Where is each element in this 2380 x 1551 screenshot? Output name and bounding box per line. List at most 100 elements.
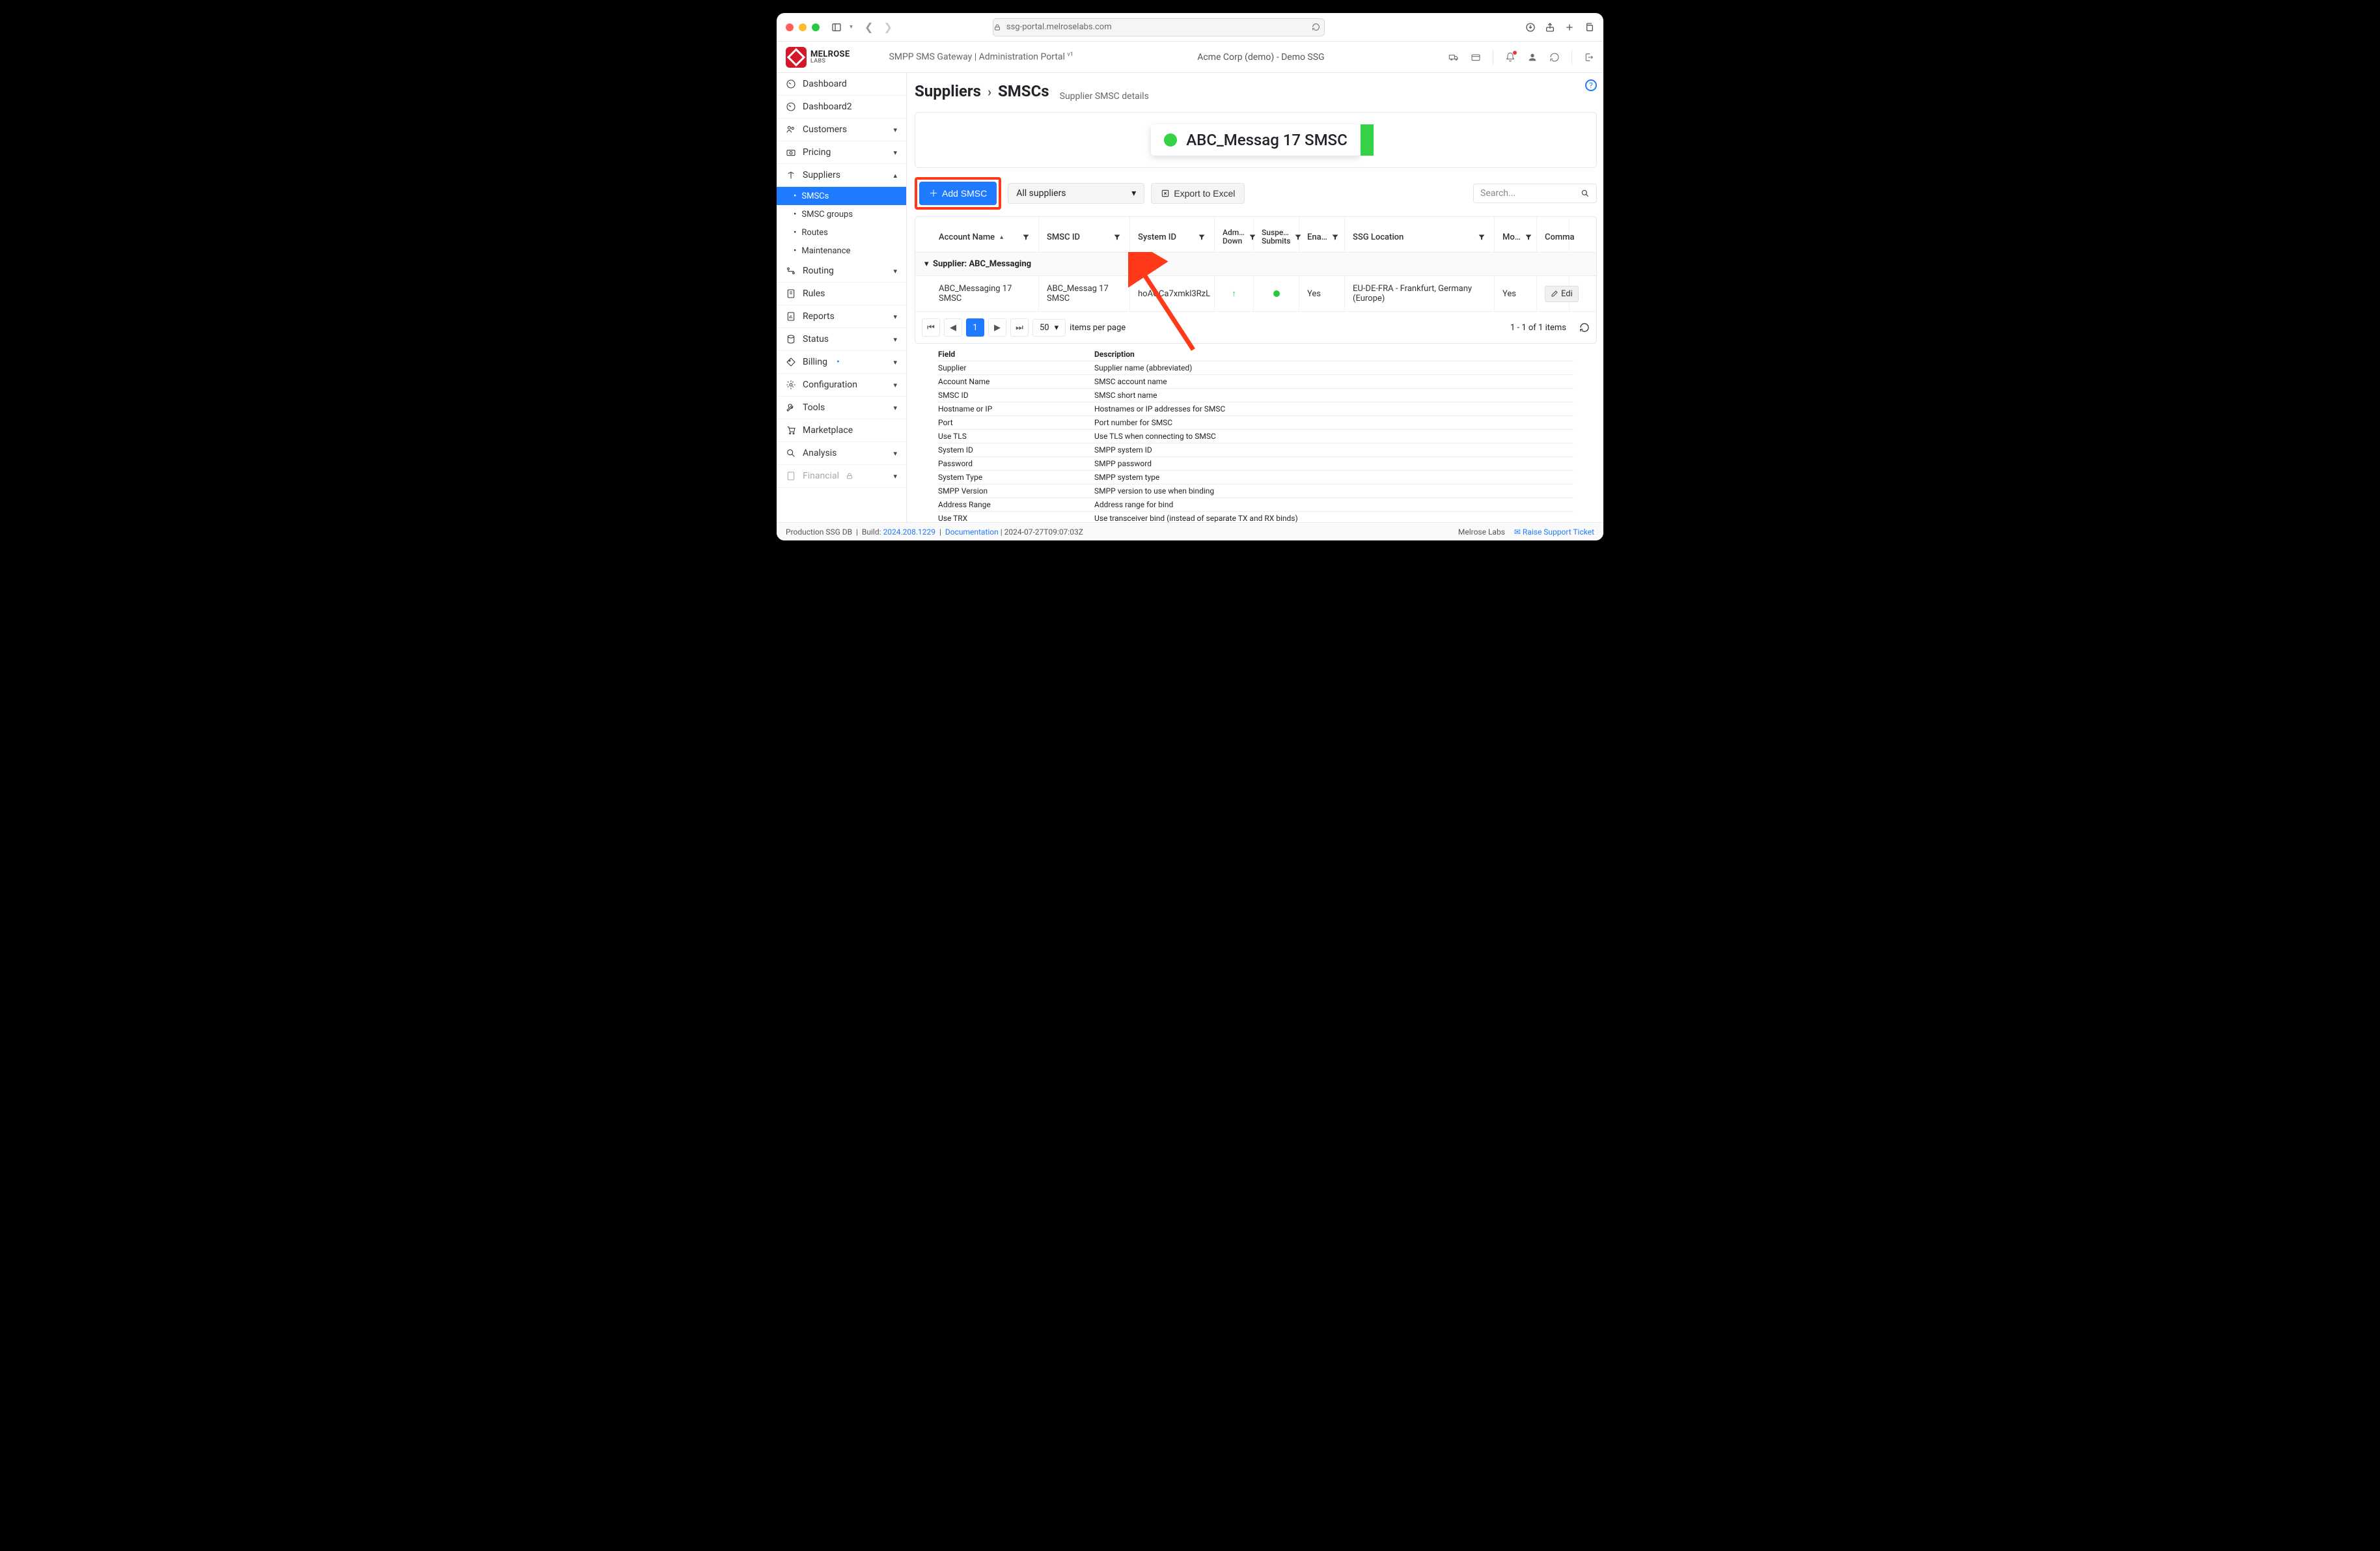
sidebar-sub-smscs[interactable]: SMSCs <box>777 187 906 205</box>
arrow-up-icon: ↑ <box>1232 288 1236 299</box>
col-commands: Comma <box>1537 217 1570 252</box>
sidebar-toggle-icon[interactable] <box>831 22 842 33</box>
filter-icon[interactable] <box>1021 232 1031 242</box>
chevron-down-icon: ▾ <box>1131 188 1136 199</box>
breadcrumb-smscs: SMSCs <box>998 82 1049 100</box>
smsc-grid: Account Name▴ SMSC ID System ID Adm… Dow… <box>915 216 1597 344</box>
tabs-icon[interactable] <box>1584 22 1594 33</box>
share-icon[interactable] <box>1545 22 1555 33</box>
raise-ticket-link[interactable]: ✉ Raise Support Ticket <box>1514 527 1594 537</box>
plus-icon: ＋ <box>929 187 938 200</box>
status-dot-icon <box>1273 290 1280 297</box>
logout-icon[interactable] <box>1584 52 1594 63</box>
folder-icon[interactable] <box>1471 52 1481 63</box>
sidebar: Dashboard Dashboard2 Customers▾ Pricing▾… <box>777 73 907 522</box>
col-adm-down[interactable]: Adm… Down <box>1215 217 1254 252</box>
export-icon <box>1161 189 1170 198</box>
pager-page-1[interactable]: 1 <box>966 318 984 337</box>
address-text: ssg-portal.melroselabs.com <box>1006 22 1112 32</box>
smsc-name: ABC_Messag 17 SMSC <box>1186 131 1348 149</box>
documentation-link[interactable]: Documentation <box>945 527 999 537</box>
download-icon[interactable] <box>1525 22 1536 33</box>
nav-forward-button[interactable]: ❯ <box>883 21 892 33</box>
sidebar-sub-smsc-groups[interactable]: SMSC groups <box>777 205 906 223</box>
cell-ssg-location: EU-DE-FRA - Frankfurt, Germany (Europe) <box>1345 276 1495 311</box>
sidebar-item-status[interactable]: Status▾ <box>777 328 906 351</box>
add-smsc-button[interactable]: ＋ Add SMSC <box>919 182 997 205</box>
window-close[interactable] <box>786 23 794 31</box>
pager-first[interactable]: ⏮ <box>922 318 940 337</box>
edit-button[interactable]: Edi <box>1545 286 1579 302</box>
col-system-id[interactable]: System ID <box>1130 217 1215 252</box>
sidebar-item-financial[interactable]: Financial ▾ <box>777 465 906 488</box>
pager-prev[interactable]: ◀ <box>944 318 962 337</box>
cell-mo: Yes <box>1495 276 1537 311</box>
reload-icon[interactable] <box>1312 23 1320 31</box>
truck-icon[interactable] <box>1448 52 1459 63</box>
lock-icon <box>993 23 1001 31</box>
export-excel-button[interactable]: Export to Excel <box>1151 183 1245 204</box>
browser-titlebar: ▾ ❮ ❯ ssg-portal.melroselabs.com <box>777 13 1603 42</box>
grid-refresh-button[interactable] <box>1579 322 1590 333</box>
status-dot-icon <box>1164 133 1177 147</box>
window-minimize[interactable] <box>799 23 807 31</box>
supplier-filter-select[interactable]: All suppliers ▾ <box>1008 183 1144 204</box>
bell-icon[interactable] <box>1505 52 1515 63</box>
sidebar-item-rules[interactable]: Rules <box>777 283 906 305</box>
breadcrumb-subtitle: Supplier SMSC details <box>1056 87 1149 105</box>
brand-name: MELROSE <box>810 50 850 59</box>
col-mo[interactable]: Mo… <box>1495 217 1537 252</box>
help-button[interactable]: ? <box>1585 79 1597 91</box>
group-row[interactable]: ▾ Supplier: ABC_Messaging <box>915 252 1596 275</box>
search-icon <box>1581 189 1590 198</box>
main-content: ? Suppliers › SMSCs Supplier SMSC detail… <box>907 73 1603 522</box>
pager-next[interactable]: ▶ <box>988 318 1006 337</box>
new-tab-icon[interactable] <box>1564 22 1575 33</box>
address-bar[interactable]: ssg-portal.melroselabs.com <box>993 18 1325 36</box>
user-icon[interactable] <box>1527 52 1538 63</box>
sidebar-item-analysis[interactable]: Analysis▾ <box>777 442 906 465</box>
sidebar-item-configuration[interactable]: Configuration▾ <box>777 374 906 397</box>
nav-back-button[interactable]: ❮ <box>865 21 873 33</box>
search-input[interactable]: Search... <box>1473 184 1597 203</box>
page-size-select[interactable]: 50▾ <box>1032 319 1066 337</box>
app-title: SMPP SMS Gateway | Administration Portal… <box>889 51 1073 63</box>
lock-icon <box>846 472 853 480</box>
pager-last[interactable]: ⏭ <box>1010 318 1029 337</box>
col-suspend[interactable]: Suspe… Submits <box>1254 217 1299 252</box>
cell-account-name: ABC_Messaging 17 SMSC <box>915 276 1039 311</box>
window-zoom[interactable] <box>812 23 820 31</box>
table-row[interactable]: ABC_Messaging 17 SMSC ABC_Messag 17 SMSC… <box>915 275 1596 311</box>
sidebar-item-billing[interactable]: Billing •▾ <box>777 351 906 374</box>
sidebar-item-dashboard2[interactable]: Dashboard2 <box>777 96 906 119</box>
chevron-down-icon[interactable]: ▾ <box>850 23 853 31</box>
build-link[interactable]: 2024.208.1229 <box>883 527 936 537</box>
sidebar-item-tools[interactable]: Tools▾ <box>777 397 906 419</box>
cell-smsc-id: ABC_Messag 17 SMSC <box>1039 276 1130 311</box>
cell-system-id: hoAQCa7xmkl3RzL <box>1130 276 1215 311</box>
cell-enabled: Yes <box>1299 276 1345 311</box>
col-smsc-id[interactable]: SMSC ID <box>1039 217 1130 252</box>
sidebar-item-suppliers[interactable]: Suppliers▴ <box>777 164 906 187</box>
cell-adm-down: ↑ <box>1215 276 1254 311</box>
breadcrumb: Suppliers › SMSCs Supplier SMSC details <box>915 79 1597 112</box>
col-ssg-location[interactable]: SSG Location <box>1345 217 1495 252</box>
sidebar-item-marketplace[interactable]: Marketplace <box>777 419 906 442</box>
sidebar-sub-routes[interactable]: Routes <box>777 223 906 242</box>
col-account-name[interactable]: Account Name▴ <box>915 217 1039 252</box>
app-context: Acme Corp (demo) - Demo SSG <box>1197 52 1324 63</box>
smsc-status-badge: ABC_Messag 17 SMSC <box>1151 124 1361 156</box>
sidebar-item-reports[interactable]: Reports▾ <box>777 305 906 328</box>
sidebar-item-pricing[interactable]: Pricing▾ <box>777 141 906 164</box>
sidebar-item-routing[interactable]: Routing▾ <box>777 260 906 283</box>
col-enabled[interactable]: Ena… <box>1299 217 1345 252</box>
sidebar-item-dashboard[interactable]: Dashboard <box>777 73 906 96</box>
brand-logo[interactable]: MELROSE LABS <box>786 47 850 68</box>
breadcrumb-suppliers[interactable]: Suppliers <box>915 82 981 100</box>
annotation-highlight: ＋ Add SMSC <box>915 177 1001 210</box>
pager-per-label: items per page <box>1070 323 1126 333</box>
refresh-icon[interactable] <box>1549 52 1560 63</box>
sidebar-sub-maintenance[interactable]: Maintenance <box>777 242 906 260</box>
sidebar-item-customers[interactable]: Customers▾ <box>777 119 906 141</box>
toolbar: ＋ Add SMSC All suppliers ▾ Export to Exc… <box>915 177 1597 210</box>
